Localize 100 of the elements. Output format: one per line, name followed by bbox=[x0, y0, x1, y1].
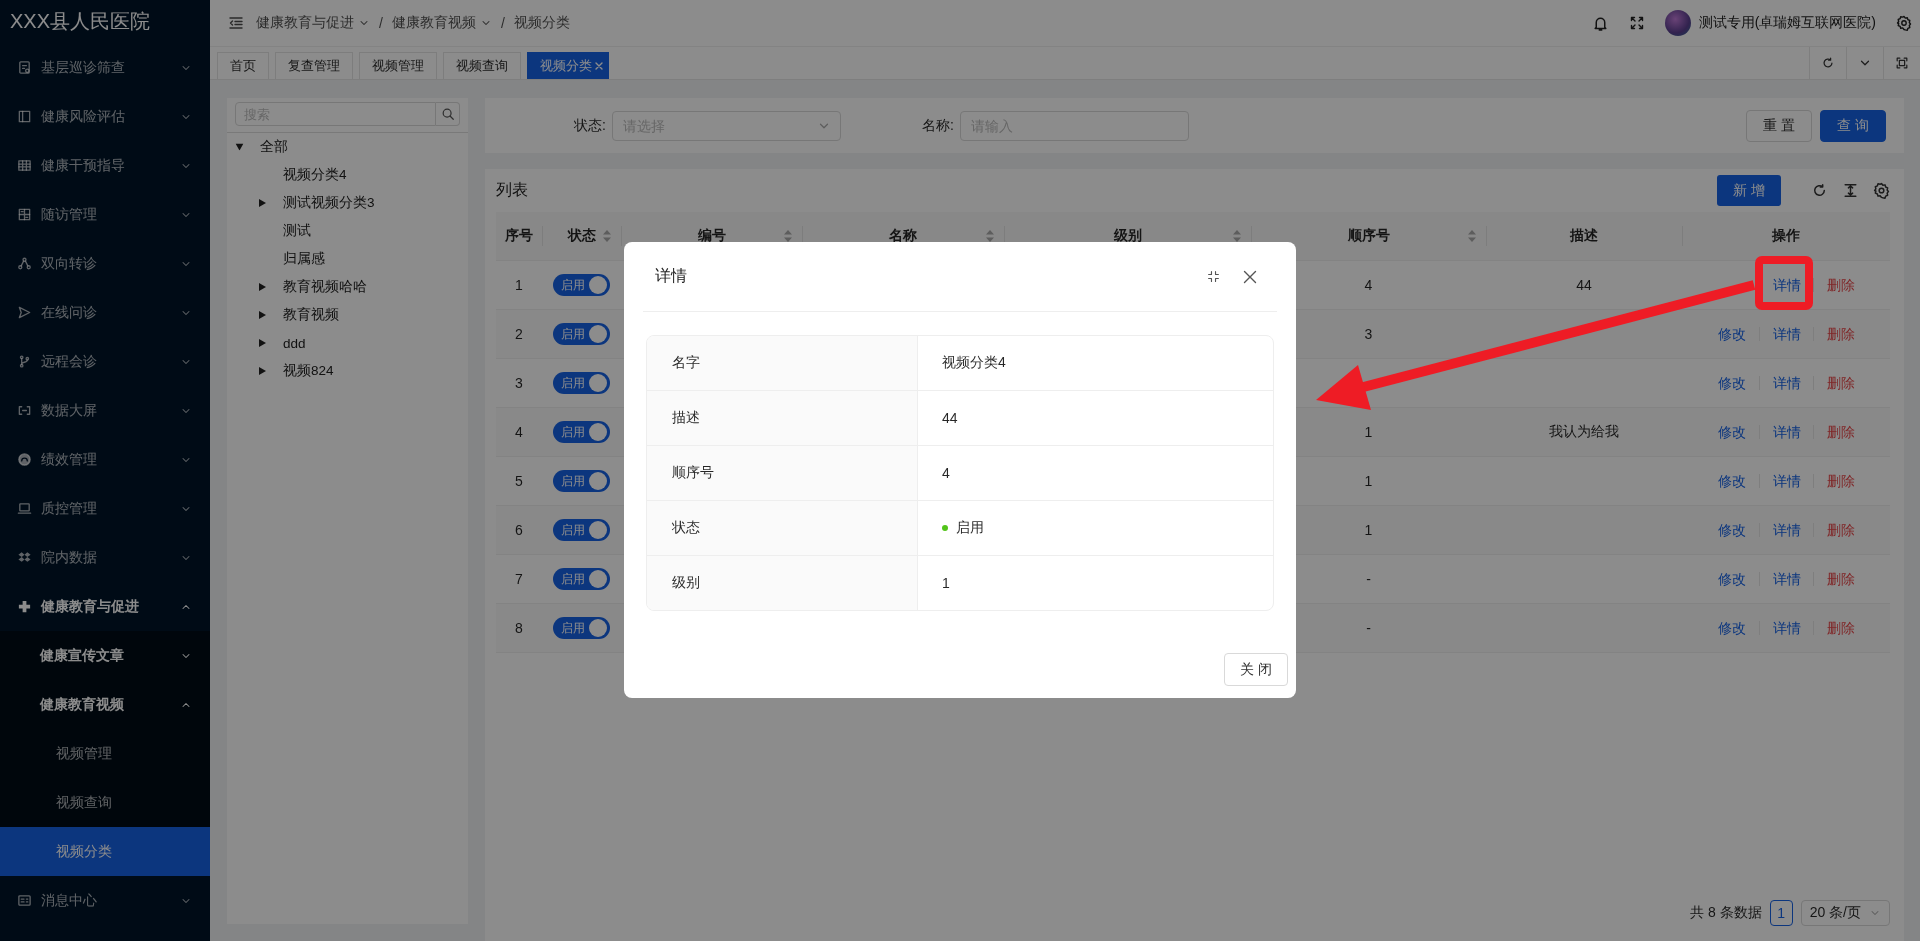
edit-link[interactable]: 修改 bbox=[1705, 474, 1759, 488]
edit-link[interactable]: 修改 bbox=[1705, 572, 1759, 586]
toggle-switch[interactable]: 启用 bbox=[553, 274, 610, 296]
breadcrumb-link[interactable]: 视频分类 bbox=[513, 14, 570, 32]
detail-link[interactable]: 详情 bbox=[1759, 621, 1813, 635]
detail-link[interactable]: 详情 bbox=[1759, 572, 1813, 586]
caret-icon[interactable] bbox=[258, 339, 266, 347]
field-value: 1 bbox=[942, 575, 950, 591]
breadcrumb-link[interactable]: 健康教育视频 bbox=[391, 14, 492, 32]
column-header[interactable]: 级别 bbox=[1004, 212, 1251, 260]
delete-link[interactable]: 删除 bbox=[1813, 621, 1867, 635]
search-button[interactable]: 查询 bbox=[1820, 109, 1886, 142]
user-name[interactable]: 测试专用(卓瑞姆互联网医院) bbox=[1698, 14, 1876, 32]
delete-link[interactable]: 删除 bbox=[1813, 572, 1867, 586]
menu-item[interactable]: 视频分类 bbox=[0, 827, 210, 876]
caret-icon[interactable] bbox=[235, 143, 243, 151]
menu-item[interactable]: 基层巡诊筛查 bbox=[0, 43, 210, 92]
tab[interactable]: 视频管理 bbox=[359, 52, 437, 79]
column-header[interactable]: 状态 bbox=[542, 212, 621, 260]
edit-link[interactable]: 修改 bbox=[1705, 425, 1759, 439]
close-button[interactable]: 关闭 bbox=[1224, 653, 1288, 686]
edit-link[interactable]: 修改 bbox=[1705, 327, 1759, 341]
tree-node[interactable]: 视频分类4 bbox=[227, 161, 468, 189]
search-button[interactable] bbox=[436, 102, 460, 126]
detail-link[interactable]: 详情 bbox=[1759, 425, 1813, 439]
field-label: 顺序号 bbox=[647, 446, 918, 500]
menu-item[interactable]: 健康教育视频 bbox=[0, 680, 210, 729]
tab[interactable]: 复查管理 bbox=[275, 52, 353, 79]
breadcrumb-link[interactable]: 健康教育与促进 bbox=[256, 14, 370, 32]
toggle-switch[interactable]: 启用 bbox=[553, 568, 610, 590]
detail-link[interactable]: 详情 bbox=[1759, 474, 1813, 488]
caret-icon[interactable] bbox=[258, 199, 266, 207]
detail-link[interactable]: 详情 bbox=[1759, 327, 1813, 341]
column-header[interactable]: 名称 bbox=[802, 212, 1004, 260]
tab[interactable]: 视频查询 bbox=[443, 52, 521, 79]
menu-item[interactable]: 绩效管理 bbox=[0, 435, 210, 484]
delete-link[interactable]: 删除 bbox=[1813, 278, 1867, 292]
fullscreen-icon[interactable] bbox=[1628, 15, 1645, 31]
tree-node[interactable]: ddd bbox=[227, 329, 468, 357]
delete-link[interactable]: 删除 bbox=[1813, 474, 1867, 488]
delete-link[interactable]: 删除 bbox=[1813, 523, 1867, 537]
tab[interactable]: 首页 bbox=[217, 52, 269, 79]
exit-fullscreen-icon[interactable] bbox=[1207, 270, 1220, 283]
column-header[interactable]: 顺序号 bbox=[1251, 212, 1486, 260]
close-icon[interactable] bbox=[595, 62, 603, 70]
page-button[interactable]: 1 bbox=[1769, 900, 1793, 926]
tree-node[interactable]: 教育视频哈哈 bbox=[227, 273, 468, 301]
avatar[interactable] bbox=[1664, 10, 1691, 36]
toggle-switch[interactable]: 启用 bbox=[553, 323, 610, 345]
settings-icon[interactable] bbox=[1873, 182, 1890, 199]
detail-link[interactable]: 详情 bbox=[1759, 523, 1813, 537]
settings-icon[interactable] bbox=[1896, 15, 1912, 31]
reset-button[interactable]: 重置 bbox=[1746, 109, 1812, 142]
tab[interactable]: 视频分类 bbox=[527, 52, 609, 79]
edit-link[interactable]: 修改 bbox=[1705, 523, 1759, 537]
column-header: 序号 bbox=[504, 226, 534, 245]
menu-item[interactable]: 双向转诊 bbox=[0, 239, 210, 288]
tree-node[interactable]: 测试视频分类3 bbox=[227, 189, 468, 217]
caret-icon[interactable] bbox=[258, 311, 266, 319]
detail-link[interactable]: 详情 bbox=[1759, 376, 1813, 390]
bell-icon[interactable] bbox=[1591, 14, 1609, 32]
delete-link[interactable]: 删除 bbox=[1813, 425, 1867, 439]
column-height-icon[interactable] bbox=[1842, 182, 1859, 199]
toggle-switch[interactable]: 启用 bbox=[553, 372, 610, 394]
caret-icon[interactable] bbox=[258, 367, 266, 375]
column-header[interactable]: 编号 bbox=[621, 212, 802, 260]
menu-item[interactable]: 健康干预指导 bbox=[0, 141, 210, 190]
menu-item[interactable]: 在线问诊 bbox=[0, 288, 210, 337]
tree-node[interactable]: 视频824 bbox=[227, 357, 468, 385]
menu-item[interactable]: 健康教育与促进 bbox=[0, 582, 210, 631]
tree-node[interactable]: 归属感 bbox=[227, 245, 468, 273]
menu-item[interactable]: 数据大屏 bbox=[0, 386, 210, 435]
menu-item[interactable]: 随访管理 bbox=[0, 190, 210, 239]
table-cell-text: 4 bbox=[514, 423, 524, 442]
edit-link[interactable]: 修改 bbox=[1705, 621, 1759, 635]
refresh-icon[interactable] bbox=[1811, 182, 1828, 199]
delete-link[interactable]: 删除 bbox=[1813, 376, 1867, 390]
menu-item[interactable]: 远程会诊 bbox=[0, 337, 210, 386]
detail-link[interactable]: 详情 bbox=[1759, 278, 1813, 292]
menu-item[interactable]: 院内数据 bbox=[0, 533, 210, 582]
tree-node[interactable]: 教育视频 bbox=[227, 301, 468, 329]
add-button[interactable]: 新增 bbox=[1717, 175, 1781, 206]
tree-node[interactable]: 全部 bbox=[227, 133, 468, 161]
tree-node[interactable]: 测试 bbox=[227, 217, 468, 245]
menu-item[interactable]: 健康宣传文章 bbox=[0, 631, 210, 680]
caret-icon[interactable] bbox=[258, 283, 266, 291]
page-size-select[interactable]: 20 条/页 bbox=[1800, 900, 1890, 926]
toggle-switch[interactable]: 启用 bbox=[553, 519, 610, 541]
menu-item[interactable]: 质控管理 bbox=[0, 484, 210, 533]
menu-item[interactable]: 健康风险评估 bbox=[0, 92, 210, 141]
toggle-switch[interactable]: 启用 bbox=[553, 470, 610, 492]
menu-item[interactable]: 消息中心 bbox=[0, 876, 210, 925]
delete-link[interactable]: 删除 bbox=[1813, 327, 1867, 341]
toggle-switch[interactable]: 启用 bbox=[553, 421, 610, 443]
edit-link[interactable]: 修改 bbox=[1705, 376, 1759, 390]
menu-item[interactable]: 视频管理 bbox=[0, 729, 210, 778]
close-icon[interactable] bbox=[1242, 268, 1258, 285]
menu-fold-icon[interactable] bbox=[228, 15, 244, 31]
menu-item[interactable]: 视频查询 bbox=[0, 778, 210, 827]
toggle-switch[interactable]: 启用 bbox=[553, 617, 610, 639]
